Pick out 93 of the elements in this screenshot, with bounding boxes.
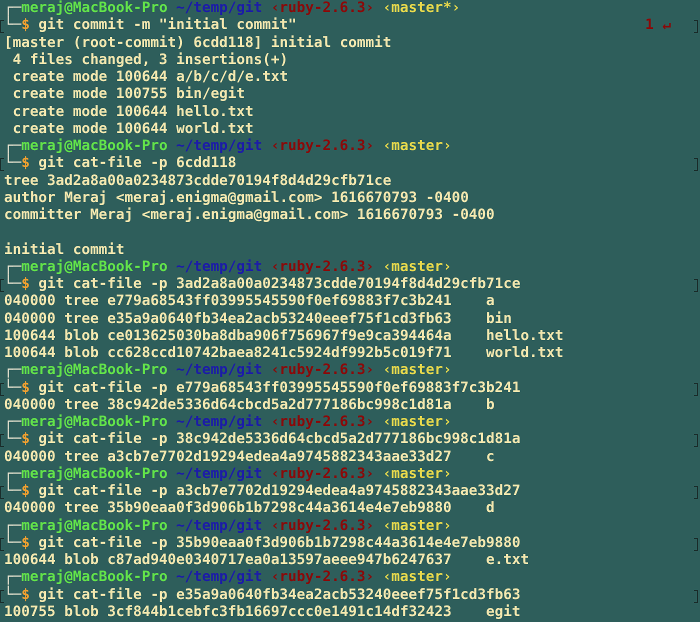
git-branch: ‹master› <box>382 362 452 380</box>
ruby-version: ‹ruby-2.6.3› <box>270 258 374 276</box>
box-frame-glyph: ┌─ <box>4 466 22 482</box>
output-line: create mode 100644 hello.txt <box>12 104 254 121</box>
git-branch: ‹master› <box>382 138 452 156</box>
prompt-symbol: $ <box>21 586 30 604</box>
git-branch: ‹master› <box>382 258 452 276</box>
prompt-symbol: $ <box>21 276 30 294</box>
entry-name: e.txt <box>486 552 530 570</box>
prompt-symbol: $ <box>21 483 30 500</box>
exit-status: 1 ↵ <box>645 17 671 35</box>
tree-entry: 100644 blob c87ad940e0340717ea0a13597aeee947b6247637 <box>4 552 453 569</box>
ruby-version: ‹ruby-2.6.3› <box>270 569 374 587</box>
ruby-version: ‹ruby-2.6.3› <box>270 414 374 432</box>
entry-name: b <box>486 396 495 414</box>
command-text: git cat-file -p 35b90eaa0f3d906b1b7298c44a3614e4e7eb9880 <box>38 534 520 552</box>
entry-name: hello.txt <box>486 328 564 346</box>
output-line: author Meraj <meraj.enigma@gmail.com> 1616670793 -0400 <box>4 190 469 207</box>
box-frame-glyph: └─ <box>4 431 22 449</box>
current-path: ~/temp/git <box>176 569 262 587</box>
user-host: meraj@MacBook-Pro <box>21 138 168 154</box>
box-frame-glyph: └─ <box>4 380 22 397</box>
box-frame-glyph: ┌─ <box>4 138 22 154</box>
entry-name: c <box>486 448 495 466</box>
output-line: create mode 100755 bin/egit <box>12 86 246 104</box>
prompt-symbol: $ <box>21 155 30 173</box>
prompt-symbol: $ <box>21 534 30 552</box>
entry-name: egit <box>486 604 520 622</box>
current-path: ~/temp/git <box>176 258 262 276</box>
tree-entry: 040000 tree e35a9a0640fb34ea2acb53240eeef75f1cd3fb63 <box>4 310 453 328</box>
user-host: meraj@MacBook-Pro <box>21 466 168 482</box>
current-path: ~/temp/git <box>176 518 262 535</box>
box-frame-glyph: └─ <box>4 586 22 604</box>
output-line: create mode 100644 a/b/c/d/e.txt <box>12 69 288 86</box>
entry-name: world.txt <box>486 345 564 362</box>
entry-name: bin <box>486 310 512 328</box>
box-frame-glyph: └─ <box>4 534 22 552</box>
command-text: git cat-file -p e779a68543ff03995545590f0ef69883f7c3b241 <box>38 380 520 397</box>
tree-entry: 040000 tree a3cb7e7702d19294edea4a9745882343aae33d27 <box>4 448 453 466</box>
box-frame-glyph: ┌─ <box>4 258 22 275</box>
user-host: meraj@MacBook-Pro <box>21 0 168 16</box>
ruby-version: ‹ruby-2.6.3› <box>270 0 374 17</box>
ruby-version: ‹ruby-2.6.3› <box>270 466 374 484</box>
tree-entry: 100644 blob ce013625030ba8dba906f756967f9e9ca394464a <box>4 328 453 346</box>
box-frame-glyph: └─ <box>4 17 22 35</box>
box-frame-glyph: ┌─ <box>4 362 22 378</box>
user-host: meraj@MacBook-Pro <box>21 414 168 430</box>
ruby-version: ‹ruby-2.6.3› <box>270 518 374 535</box>
box-frame-glyph: └─ <box>4 155 22 173</box>
output-line: create mode 100644 world.txt <box>12 120 254 138</box>
command-text: git cat-file -p e35a9a0640fb34ea2acb53240eeef75f1cd3fb63 <box>38 586 520 604</box>
command-text: git cat-file -p 38c942de5336d64cbcd5a2d777186bc998c1d81a <box>38 431 520 449</box>
box-frame-glyph: └─ <box>4 483 22 500</box>
box-frame-glyph: ┌─ <box>4 0 22 16</box>
command-text: git cat-file -p 3ad2a8a00a0234873cdde70194f8d4d29cfb71ce <box>38 276 520 294</box>
output-line: tree 3ad2a8a00a0234873cdde70194f8d4d29cfb71ce <box>4 172 392 190</box>
git-branch: ‹master› <box>382 569 452 587</box>
tree-entry: 100644 blob cc628ccd10742baea8241c5924df992b5c019f71 <box>4 345 453 362</box>
tree-entry: 040000 tree e779a68543ff03995545590f0ef69883f7c3b241 <box>4 293 453 311</box>
tree-entry: 040000 tree 38c942de5336d64cbcd5a2d777186bc998c1d81a <box>4 396 453 414</box>
command-text: git cat-file -p a3cb7e7702d19294edea4a9745882343aae33d27 <box>38 483 520 500</box>
output-line: [master (root-commit) 6cdd118] initial commit <box>4 34 392 52</box>
box-frame-glyph: ┌─ <box>4 414 22 430</box>
git-branch: ‹master*› <box>382 0 460 18</box>
output-line: initial commit <box>4 242 125 259</box>
command-text: git cat-file -p 6cdd118 <box>38 155 236 173</box>
git-branch: ‹master› <box>382 466 452 484</box>
current-path: ~/temp/git <box>176 466 262 484</box>
output-line: committer Meraj <meraj.enigma@gmail.com> 1616670793 -0400 <box>4 207 495 224</box>
entry-name: a <box>486 293 495 311</box>
output-line: 4 files changed, 3 insertions(+) <box>12 52 288 70</box>
prompt-symbol: $ <box>21 431 30 449</box>
current-path: ~/temp/git <box>176 362 262 380</box>
tree-entry: 100755 blob 3cf844b1cebfc3fb16697ccc0e1491c14df32423 <box>4 604 453 622</box>
current-path: ~/temp/git <box>176 414 262 432</box>
prompt-symbol: $ <box>21 380 30 397</box>
git-branch: ‹master› <box>382 414 452 432</box>
user-host: meraj@MacBook-Pro <box>21 569 168 586</box>
user-host: meraj@MacBook-Pro <box>21 362 168 378</box>
current-path: ~/temp/git <box>176 0 262 17</box>
command-text: git commit -m "initial commit" <box>38 17 297 35</box>
user-host: meraj@MacBook-Pro <box>21 518 168 534</box>
entry-name: d <box>486 500 495 518</box>
box-frame-glyph: ┌─ <box>4 569 22 586</box>
user-host: meraj@MacBook-Pro <box>21 258 168 275</box>
tree-entry: 040000 tree 35b90eaa0f3d906b1b7298c44a3614e4e7eb9880 <box>4 500 453 518</box>
prompt-symbol: $ <box>21 17 30 35</box>
current-path: ~/temp/git <box>176 138 262 156</box>
box-frame-glyph: └─ <box>4 276 22 294</box>
ruby-version: ‹ruby-2.6.3› <box>270 138 374 156</box>
ruby-version: ‹ruby-2.6.3› <box>270 362 374 380</box>
box-frame-glyph: ┌─ <box>4 518 22 534</box>
git-branch: ‹master› <box>382 518 452 535</box>
